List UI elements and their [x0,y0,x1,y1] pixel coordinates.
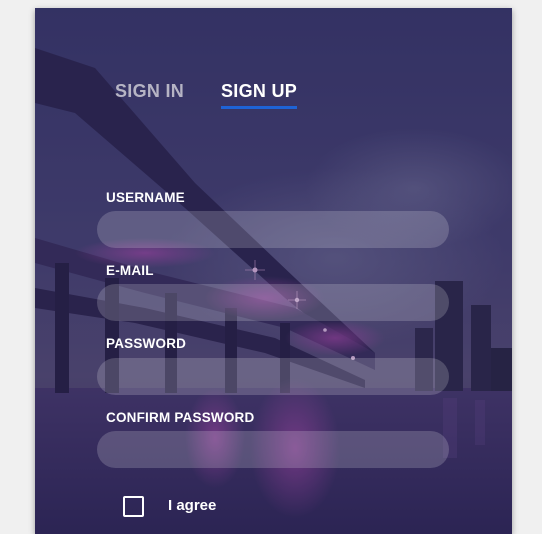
confirm-password-input[interactable] [97,431,449,468]
email-label: E-MAIL [106,263,154,278]
password-label: PASSWORD [106,336,187,351]
agree-checkbox[interactable] [123,496,144,517]
tab-sign-in[interactable]: SIGN IN [115,81,184,102]
signup-card: SIGN IN SIGN UP USERNAME E-MAIL PASSWORD… [35,8,512,534]
tab-sign-up[interactable]: SIGN UP [221,81,298,109]
username-label: USERNAME [106,190,185,205]
confirm-password-label: CONFIRM PASSWORD [106,410,255,425]
username-input[interactable] [97,211,449,248]
agree-label[interactable]: I agree [168,497,216,514]
email-input[interactable] [97,284,449,321]
password-input[interactable] [97,358,449,395]
